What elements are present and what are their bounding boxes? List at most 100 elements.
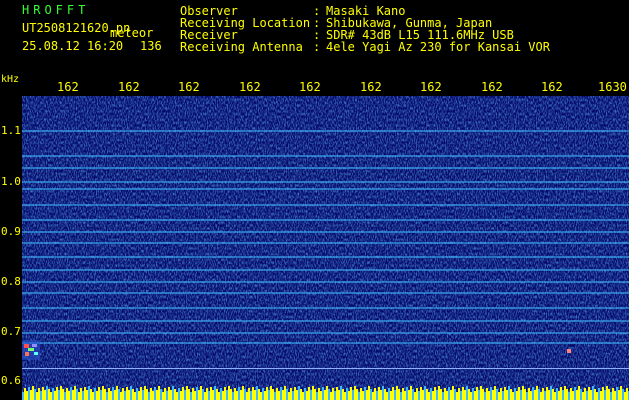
time-tick-label: 162 — [360, 80, 382, 94]
baseline-bar — [234, 388, 236, 400]
baseline-bar — [242, 386, 244, 400]
baseline-bar — [454, 389, 456, 400]
baseline-bar — [66, 388, 68, 400]
carrier-line — [22, 188, 629, 190]
baseline-bar — [602, 387, 604, 400]
baseline-bar — [490, 387, 492, 400]
baseline-bar — [436, 390, 438, 400]
baseline-bar — [204, 392, 206, 400]
baseline-bar — [320, 391, 322, 400]
baseline-bar — [178, 388, 180, 400]
baseline-bar — [312, 386, 314, 400]
baseline-bar — [460, 391, 462, 400]
baseline-bar — [606, 386, 608, 400]
baseline-bar — [268, 390, 270, 400]
baseline-bar — [78, 392, 80, 400]
time-tick-label: 162 — [541, 80, 563, 94]
noise-texture — [22, 96, 629, 400]
baseline-bar — [322, 387, 324, 400]
baseline-bar — [494, 386, 496, 400]
baseline-bar — [164, 388, 166, 400]
baseline-bar — [170, 390, 172, 400]
baseline-bar — [108, 388, 110, 400]
baseline-bar — [584, 388, 586, 400]
baseline-bar — [562, 390, 564, 400]
baseline-bar — [512, 392, 514, 400]
baseline-bar — [72, 390, 74, 400]
baseline-bar — [362, 391, 364, 400]
baseline-bar — [626, 388, 628, 400]
baseline-bar — [474, 391, 476, 400]
baseline-bar — [518, 387, 520, 400]
baseline-bar — [396, 386, 398, 400]
baseline-bar — [536, 386, 538, 400]
baseline-bar — [590, 390, 592, 400]
baseline-bar — [458, 388, 460, 400]
baseline-bar — [596, 392, 598, 400]
baseline-bar — [116, 386, 118, 400]
hrofft-window: HROFFT UT2508121620.pn meteor 25.08.12 1… — [0, 0, 629, 400]
baseline-bar — [402, 388, 404, 400]
baseline-bar — [334, 391, 336, 400]
baseline-bar — [62, 389, 64, 400]
baseline-bar — [492, 390, 494, 400]
baseline-bar — [126, 387, 128, 400]
meteor-echo-left — [22, 340, 40, 360]
baseline-bar — [106, 392, 108, 400]
baseline-bar — [452, 386, 454, 400]
baseline-bar — [250, 391, 252, 400]
baseline-bar — [272, 389, 274, 400]
carrier-line — [22, 167, 629, 169]
baseline-bar — [384, 389, 386, 400]
baseline-bar — [456, 392, 458, 400]
baseline-bar — [378, 387, 380, 400]
baseline-bar — [498, 392, 500, 400]
baseline-bar — [44, 390, 46, 400]
baseline-bar — [390, 391, 392, 400]
baseline-bar — [328, 389, 330, 400]
baseline-bar — [90, 389, 92, 400]
carrier-line — [22, 320, 629, 322]
baseline-bar — [60, 386, 62, 400]
baseline-bar — [38, 388, 40, 400]
baseline-bar — [346, 388, 348, 400]
baseline-bar — [40, 391, 42, 400]
baseline-bar — [88, 386, 90, 400]
baseline-bar — [332, 388, 334, 400]
baseline-bar — [184, 390, 186, 400]
carrier-line — [22, 292, 629, 294]
baseline-bar — [620, 386, 622, 400]
baseline-bar — [278, 391, 280, 400]
baseline-bar — [150, 388, 152, 400]
baseline-bar — [248, 388, 250, 400]
baseline-bar — [534, 390, 536, 400]
time-tick-label: 162 — [178, 80, 200, 94]
carrier-line — [22, 307, 629, 309]
meteor-echo-right — [567, 349, 571, 353]
baseline-bar — [566, 389, 568, 400]
baseline-bar — [276, 388, 278, 400]
baseline-bar — [162, 392, 164, 400]
baseline-bar — [582, 392, 584, 400]
baseline-bar — [244, 389, 246, 400]
baseline-bar — [548, 390, 550, 400]
baseline-bar — [158, 386, 160, 400]
baseline-bar — [254, 390, 256, 400]
baseline-bar — [186, 386, 188, 400]
baseline-bar — [360, 388, 362, 400]
baseline-bar — [350, 387, 352, 400]
baseline-bar — [194, 391, 196, 400]
baseline-bar — [50, 392, 52, 400]
baseline-bar — [578, 386, 580, 400]
baseline-bar — [304, 388, 306, 400]
baseline-bar — [598, 388, 600, 400]
baseline-bar — [208, 391, 210, 400]
baseline-bar — [406, 387, 408, 400]
baseline-bar — [34, 389, 36, 400]
baseline-bar — [560, 387, 562, 400]
baseline-bar — [356, 389, 358, 400]
baseline-bar — [252, 387, 254, 400]
baseline-bar — [284, 386, 286, 400]
carrier-line — [22, 342, 629, 344]
baseline-bar — [112, 387, 114, 400]
